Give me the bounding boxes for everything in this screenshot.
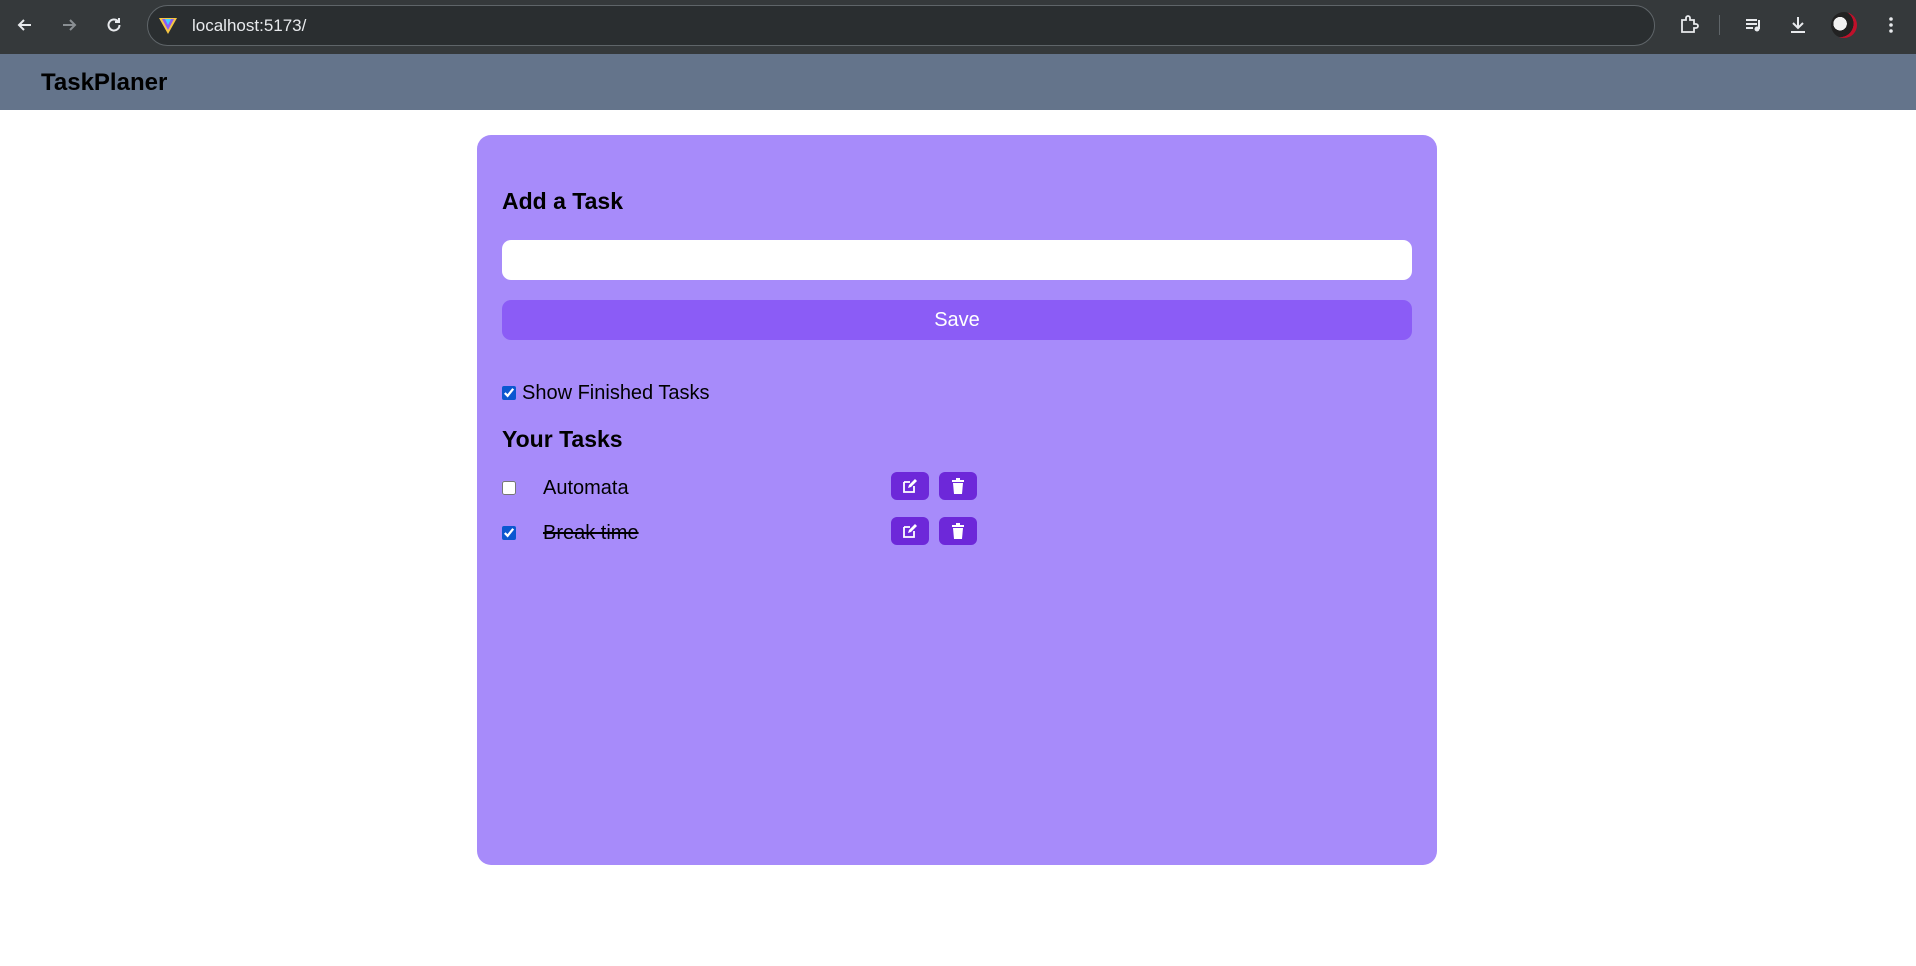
browser-menu-button[interactable] bbox=[1876, 10, 1906, 40]
media-button[interactable] bbox=[1739, 10, 1769, 40]
show-finished-checkbox[interactable] bbox=[502, 386, 516, 400]
address-bar[interactable]: localhost:5173/ bbox=[147, 5, 1655, 46]
task-text: Break time bbox=[543, 522, 639, 544]
media-queue-icon bbox=[1746, 19, 1760, 32]
delete-task-button[interactable] bbox=[939, 472, 977, 500]
edit-icon bbox=[903, 524, 917, 538]
profile-avatar[interactable] bbox=[1831, 12, 1857, 38]
delete-task-button[interactable] bbox=[939, 517, 977, 545]
your-tasks-heading: Your Tasks bbox=[502, 426, 623, 452]
task-input[interactable] bbox=[502, 240, 1412, 280]
task-row: Automata bbox=[502, 472, 982, 504]
edit-task-button[interactable] bbox=[891, 517, 929, 545]
save-button[interactable]: Save bbox=[502, 300, 1412, 340]
trash-icon bbox=[952, 478, 964, 494]
trash-icon bbox=[952, 523, 964, 539]
edit-task-button[interactable] bbox=[891, 472, 929, 500]
puzzle-icon bbox=[1681, 15, 1699, 33]
reload-icon bbox=[107, 18, 121, 32]
site-favicon-icon bbox=[159, 18, 177, 34]
show-finished-toggle: Show Finished Tasks bbox=[502, 381, 710, 405]
url-text: localhost:5173/ bbox=[192, 16, 307, 35]
arrow-right-icon bbox=[63, 19, 77, 31]
kebab-menu-icon bbox=[1889, 17, 1893, 33]
task-complete-checkbox[interactable] bbox=[502, 526, 516, 540]
app-brand[interactable]: TaskPlaner bbox=[41, 69, 167, 97]
task-text: Automata bbox=[543, 477, 629, 499]
download-icon bbox=[1791, 17, 1805, 33]
arrow-left-icon bbox=[17, 19, 31, 31]
forward-button[interactable] bbox=[54, 10, 84, 40]
task-card: Add a Task Save Show Finished Tasks Your… bbox=[477, 135, 1437, 865]
back-button[interactable] bbox=[10, 10, 40, 40]
toolbar-divider bbox=[1719, 15, 1720, 35]
show-finished-label[interactable]: Show Finished Tasks bbox=[522, 381, 710, 405]
browser-toolbar: localhost:5173/ bbox=[0, 0, 1916, 54]
reload-button[interactable] bbox=[99, 10, 129, 40]
task-row: Break time bbox=[502, 517, 982, 549]
task-complete-checkbox[interactable] bbox=[502, 481, 516, 495]
download-button[interactable] bbox=[1783, 10, 1813, 40]
add-task-heading: Add a Task bbox=[502, 188, 623, 214]
app-navbar: TaskPlaner bbox=[0, 54, 1916, 110]
edit-icon bbox=[903, 479, 917, 493]
extensions-button[interactable] bbox=[1674, 10, 1704, 40]
